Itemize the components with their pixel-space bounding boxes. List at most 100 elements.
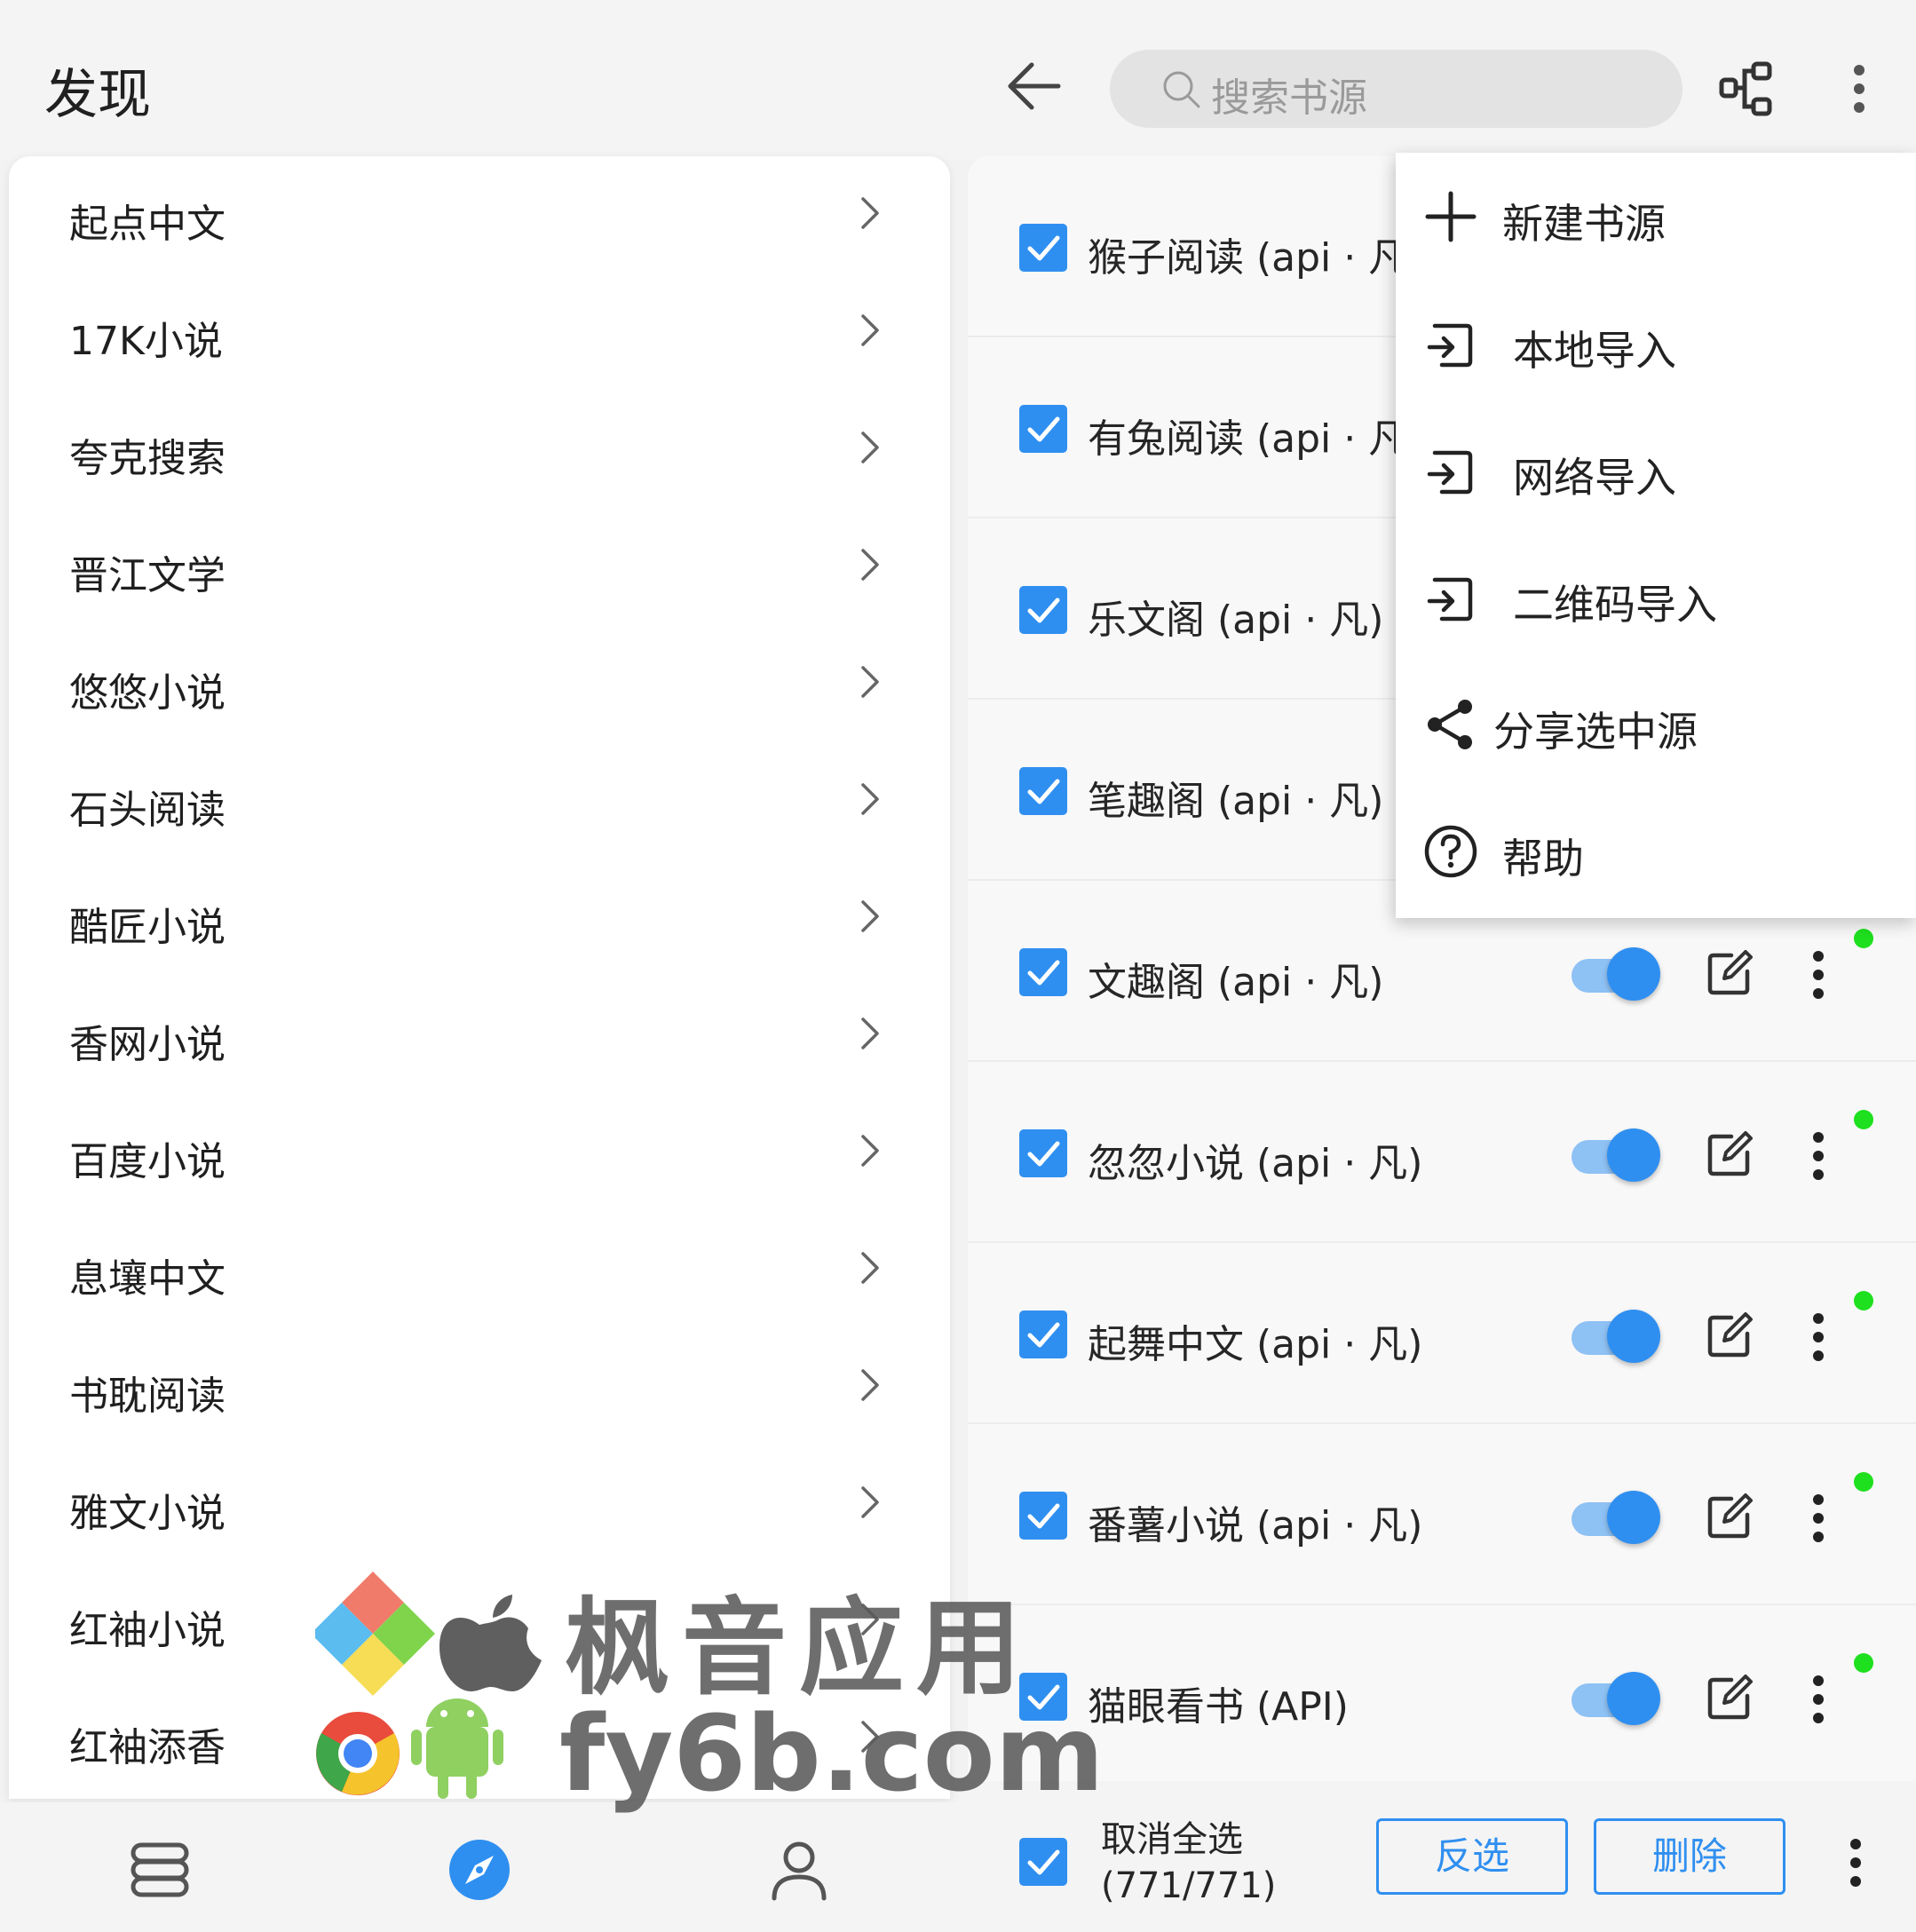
edit-source-button[interactable]	[1705, 1492, 1754, 1541]
source-checkbox[interactable]	[1019, 405, 1067, 453]
explore-item-label: 起点中文	[69, 202, 226, 247]
explore-item[interactable]: 悠悠小说	[9, 625, 950, 742]
explore-item[interactable]: 起点中文	[9, 156, 950, 273]
menu-item-label: 本地导入	[1513, 327, 1676, 375]
chevron-right-icon	[861, 549, 879, 581]
source-more-button[interactable]	[1808, 1129, 1829, 1183]
explore-item[interactable]: 书耽阅读	[9, 1328, 950, 1445]
source-name: 起舞中文 (api · 凡)	[1088, 1322, 1423, 1367]
explore-item[interactable]: 酷匠小说	[9, 859, 950, 977]
status-dot	[1854, 1110, 1873, 1129]
menu-item-share-selected[interactable]: 分享选中源	[1396, 661, 1916, 788]
status-dot	[1854, 1291, 1873, 1310]
check-icon	[1027, 1322, 1060, 1348]
menu-item-help[interactable]: 帮助	[1396, 788, 1916, 915]
group-button[interactable]	[1718, 60, 1775, 117]
delete-button[interactable]: 删除	[1594, 1818, 1785, 1895]
explore-item[interactable]: 百度小说	[9, 1094, 950, 1211]
more-options-button[interactable]	[1841, 62, 1877, 115]
menu-item-local-import[interactable]: 本地导入	[1396, 280, 1916, 407]
page-title: 发现	[44, 64, 151, 126]
edit-source-button[interactable]	[1705, 1310, 1754, 1360]
source-more-button[interactable]	[1808, 1310, 1829, 1364]
back-button[interactable]	[1003, 55, 1065, 117]
source-more-button[interactable]	[1808, 948, 1829, 1002]
source-enable-switch[interactable]	[1572, 1488, 1660, 1547]
explore-item[interactable]: 石头阅读	[9, 742, 950, 859]
more-vertical-icon	[1854, 65, 1865, 113]
source-name: 猴子阅读 (api · 凡)	[1088, 235, 1423, 281]
explore-item-label: 夸克搜索	[69, 436, 226, 481]
source-row[interactable]: 忽忽小说 (api · 凡)	[968, 1062, 1916, 1243]
source-name: 猫眼看书 (API)	[1088, 1684, 1349, 1730]
select-all-checkbox[interactable]	[1019, 1838, 1067, 1886]
status-dot	[1854, 1472, 1873, 1492]
selection-status: 取消全选 (771/771)	[1101, 1817, 1276, 1909]
source-row[interactable]: 起舞中文 (api · 凡)	[968, 1243, 1916, 1424]
check-icon	[1027, 779, 1060, 804]
source-enable-switch[interactable]	[1572, 945, 1660, 1003]
search-icon	[1163, 71, 1200, 108]
explore-item[interactable]: 雅文小说	[9, 1445, 950, 1563]
menu-item-network-import[interactable]: 网络导入	[1396, 407, 1916, 534]
explore-item-label: 书耽阅读	[69, 1374, 226, 1419]
explore-item[interactable]: 晋江文学	[9, 508, 950, 625]
deselect-all-label[interactable]: 取消全选	[1101, 1817, 1276, 1863]
chevron-right-icon	[861, 432, 879, 463]
source-enable-switch[interactable]	[1572, 1307, 1660, 1366]
search-input[interactable]: 搜索书源	[1110, 50, 1682, 128]
check-icon	[1027, 598, 1060, 623]
explore-item[interactable]: 香网小说	[9, 977, 950, 1094]
source-checkbox[interactable]	[1019, 586, 1067, 634]
menu-item-label: 新建书源	[1502, 200, 1666, 248]
more-vertical-icon	[1813, 1675, 1824, 1723]
edit-source-button[interactable]	[1705, 1673, 1754, 1722]
menu-item-label: 网络导入	[1513, 454, 1676, 502]
source-checkbox[interactable]	[1019, 1129, 1067, 1177]
selection-more-button[interactable]	[1845, 1836, 1866, 1889]
bottom-navigation	[0, 1802, 959, 1932]
search-placeholder: 搜索书源	[1211, 75, 1367, 121]
menu-item-label: 二维码导入	[1513, 581, 1717, 629]
edit-source-button[interactable]	[1705, 948, 1754, 998]
switch-knob	[1607, 1672, 1660, 1725]
source-more-button[interactable]	[1808, 1673, 1829, 1726]
source-row[interactable]: 猫眼看书 (API)	[968, 1605, 1916, 1781]
switch-knob	[1607, 1491, 1660, 1544]
source-enable-switch[interactable]	[1572, 1669, 1660, 1728]
source-checkbox[interactable]	[1019, 224, 1067, 272]
explore-item[interactable]: 17K小说	[9, 273, 950, 391]
explore-item[interactable]: 息壤中文	[9, 1211, 950, 1328]
source-row[interactable]: 番薯小说 (api · 凡)	[968, 1424, 1916, 1605]
switch-knob	[1607, 1310, 1660, 1363]
menu-item-qr-import[interactable]: 二维码导入	[1396, 534, 1916, 661]
source-more-button[interactable]	[1808, 1492, 1829, 1545]
more-vertical-icon	[1813, 951, 1824, 999]
source-name: 乐文阁 (api · 凡)	[1088, 598, 1384, 643]
nav-bookshelf[interactable]	[124, 1834, 195, 1905]
source-checkbox[interactable]	[1019, 1310, 1067, 1358]
top-app-bar: 发现 搜索书源	[0, 0, 1916, 160]
source-name: 有兔阅读 (api · 凡)	[1088, 416, 1423, 462]
source-checkbox[interactable]	[1019, 948, 1067, 996]
nav-profile[interactable]	[764, 1834, 835, 1905]
edit-icon	[1707, 1493, 1753, 1539]
explore-item-label: 红袖小说	[69, 1608, 226, 1653]
source-enable-switch[interactable]	[1572, 1126, 1660, 1184]
edit-source-button[interactable]	[1705, 1129, 1754, 1179]
nav-explore[interactable]	[444, 1834, 515, 1905]
menu-item-new-source[interactable]: 新建书源	[1396, 153, 1916, 280]
source-name: 笔趣阁 (api · 凡)	[1088, 779, 1384, 824]
chevron-right-icon	[861, 197, 879, 229]
explore-item[interactable]: 夸克搜索	[9, 391, 950, 508]
status-dot	[1854, 1653, 1873, 1673]
source-checkbox[interactable]	[1019, 1492, 1067, 1540]
watermark-logo-icon	[311, 1572, 542, 1799]
chevron-right-icon	[861, 1252, 879, 1284]
bookshelf-icon	[131, 1842, 189, 1897]
edit-icon	[1707, 950, 1753, 995]
invert-selection-button[interactable]: 反选	[1376, 1818, 1568, 1895]
source-name: 忽忽小说 (api · 凡)	[1088, 1141, 1423, 1186]
source-checkbox[interactable]	[1019, 767, 1067, 815]
explore-item-label: 雅文小说	[69, 1491, 226, 1536]
